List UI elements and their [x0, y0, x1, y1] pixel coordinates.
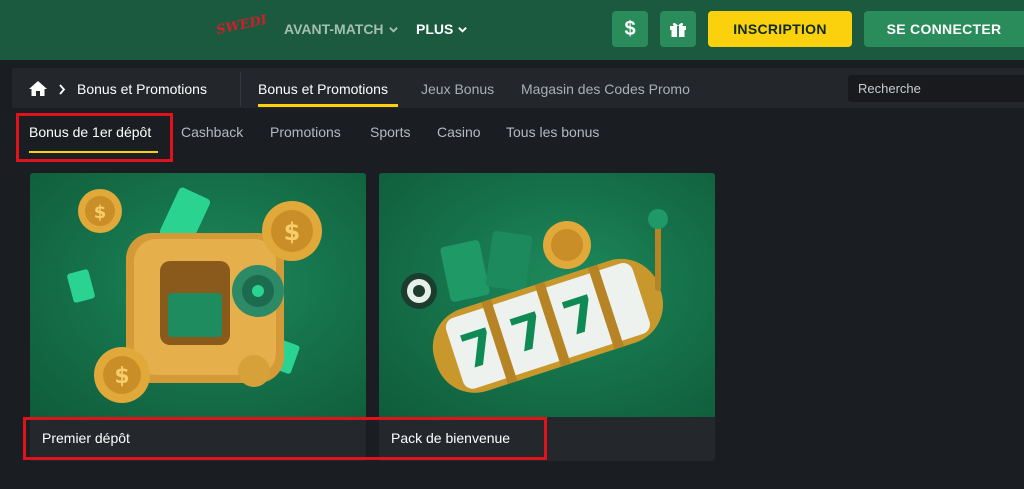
- nav-avant-match[interactable]: AVANT-MATCH: [284, 21, 399, 37]
- category-tab-all-bonuses[interactable]: Tous les bonus: [506, 124, 599, 140]
- category-tab-cashback[interactable]: Cashback: [181, 124, 243, 140]
- home-icon[interactable]: [28, 80, 48, 97]
- search-input[interactable]: Recherche: [848, 75, 1024, 102]
- svg-text:$: $: [114, 364, 129, 389]
- divider: [240, 72, 241, 106]
- tab-magasin-codes-promo[interactable]: Magasin des Codes Promo: [521, 81, 690, 97]
- signup-button[interactable]: INSCRIPTION: [708, 11, 852, 47]
- nav-avant-match-label: AVANT-MATCH: [284, 21, 384, 37]
- login-button[interactable]: SE CONNECTER: [864, 11, 1024, 47]
- card-image-slot: 7 7 7: [379, 173, 715, 417]
- breadcrumb-current: Bonus et Promotions: [77, 81, 207, 97]
- nav-plus-label: PLUS: [416, 21, 454, 37]
- svg-text:$: $: [94, 202, 107, 223]
- category-tab-promotions[interactable]: Promotions: [270, 124, 341, 140]
- svg-text:$: $: [284, 218, 301, 246]
- slot-machine-illustration: 7 7 7: [401, 209, 668, 393]
- gift-button[interactable]: [660, 11, 696, 47]
- active-tab-underline: [258, 104, 398, 107]
- tab-jeux-bonus[interactable]: Jeux Bonus: [421, 81, 494, 97]
- highlight-box: [23, 417, 547, 460]
- gift-icon: [670, 22, 686, 37]
- tab-bonus-et-promotions[interactable]: Bonus et Promotions: [258, 81, 388, 97]
- chevron-down-icon: [388, 26, 398, 33]
- category-tab-sports[interactable]: Sports: [370, 124, 410, 140]
- nav-plus[interactable]: PLUS: [416, 21, 468, 37]
- dollar-icon: $: [624, 17, 636, 40]
- chevron-down-icon: [458, 26, 468, 33]
- category-tab-casino[interactable]: Casino: [437, 124, 481, 140]
- deposit-button[interactable]: $: [612, 11, 648, 47]
- chevron-right-icon: [59, 84, 66, 95]
- safe-with-coins-illustration: $ $ $: [67, 187, 322, 403]
- card-image-safe: $ $ $: [30, 173, 366, 417]
- highlight-box: [16, 113, 173, 162]
